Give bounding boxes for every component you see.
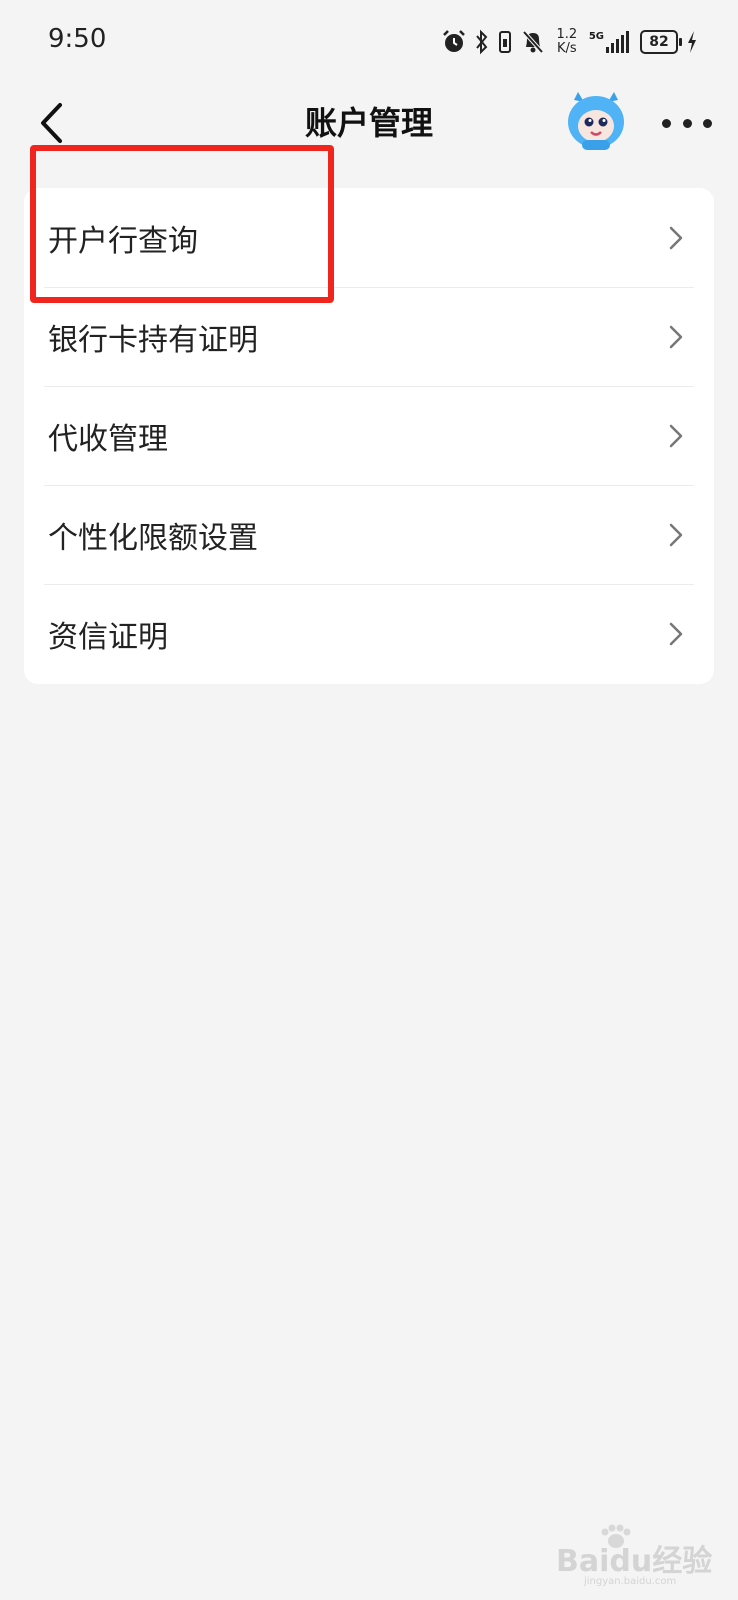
menu-item-label: 个性化限额设置 — [48, 520, 258, 556]
menu-card: 开户行查询 银行卡持有证明 代收管理 个性化限额设置 资信证明 — [24, 188, 714, 684]
menu-item-label: 开户行查询 — [48, 223, 198, 259]
more-button[interactable] — [662, 108, 712, 138]
menu-item-limit-settings[interactable]: 个性化限额设置 — [24, 485, 714, 584]
battery-level: 82 — [649, 34, 669, 50]
watermark-logo: Baidu经验 — [556, 1544, 713, 1579]
watermark-url: jingyan.baidu.com — [584, 1576, 677, 1587]
baidu-watermark: Baidu经验 jingyan.baidu.com — [556, 1524, 716, 1590]
signal-label: 5G — [588, 31, 604, 42]
menu-item-bank-branch-query[interactable]: 开户行查询 — [24, 188, 714, 287]
menu-item-label: 资信证明 — [48, 619, 168, 655]
nav-bar: 账户管理 — [0, 84, 738, 194]
menu-item-label: 银行卡持有证明 — [48, 322, 258, 358]
status-icons: 1.2 K/s 5G 82 — [441, 26, 698, 58]
chevron-right-icon — [669, 226, 683, 249]
menu-item-collection-management[interactable]: 代收管理 — [24, 386, 714, 485]
more-dot — [662, 118, 671, 128]
menu-item-credit-certificate[interactable]: 资信证明 — [24, 584, 714, 683]
alarm-icon — [442, 30, 465, 52]
network-speed-value: 1.2 — [556, 27, 578, 42]
network-speed: 1.2 K/s — [553, 28, 581, 56]
charging-icon — [688, 31, 696, 53]
network-speed-unit: K/s — [556, 41, 577, 56]
chevron-right-icon — [669, 523, 683, 546]
more-dot — [682, 118, 692, 128]
chevron-right-icon — [669, 622, 683, 645]
bluetooth-icon — [476, 29, 488, 55]
menu-item-label: 代收管理 — [48, 421, 168, 457]
more-dot — [703, 118, 712, 128]
mute-bell-icon — [522, 30, 544, 54]
status-time: 9:50 — [48, 24, 107, 54]
battery-icon: 82 — [640, 30, 682, 54]
signal-icon — [606, 31, 629, 53]
menu-item-card-holding-certificate[interactable]: 银行卡持有证明 — [24, 287, 714, 386]
mascot-icon — [568, 92, 624, 150]
vibrate-icon — [498, 31, 511, 53]
signal-group: 5G — [589, 31, 632, 53]
status-bar: 9:50 1.2 K/s 5G 82 — [0, 0, 738, 84]
chevron-right-icon — [669, 325, 683, 348]
chevron-right-icon — [669, 424, 683, 447]
assistant-avatar[interactable] — [564, 90, 628, 152]
